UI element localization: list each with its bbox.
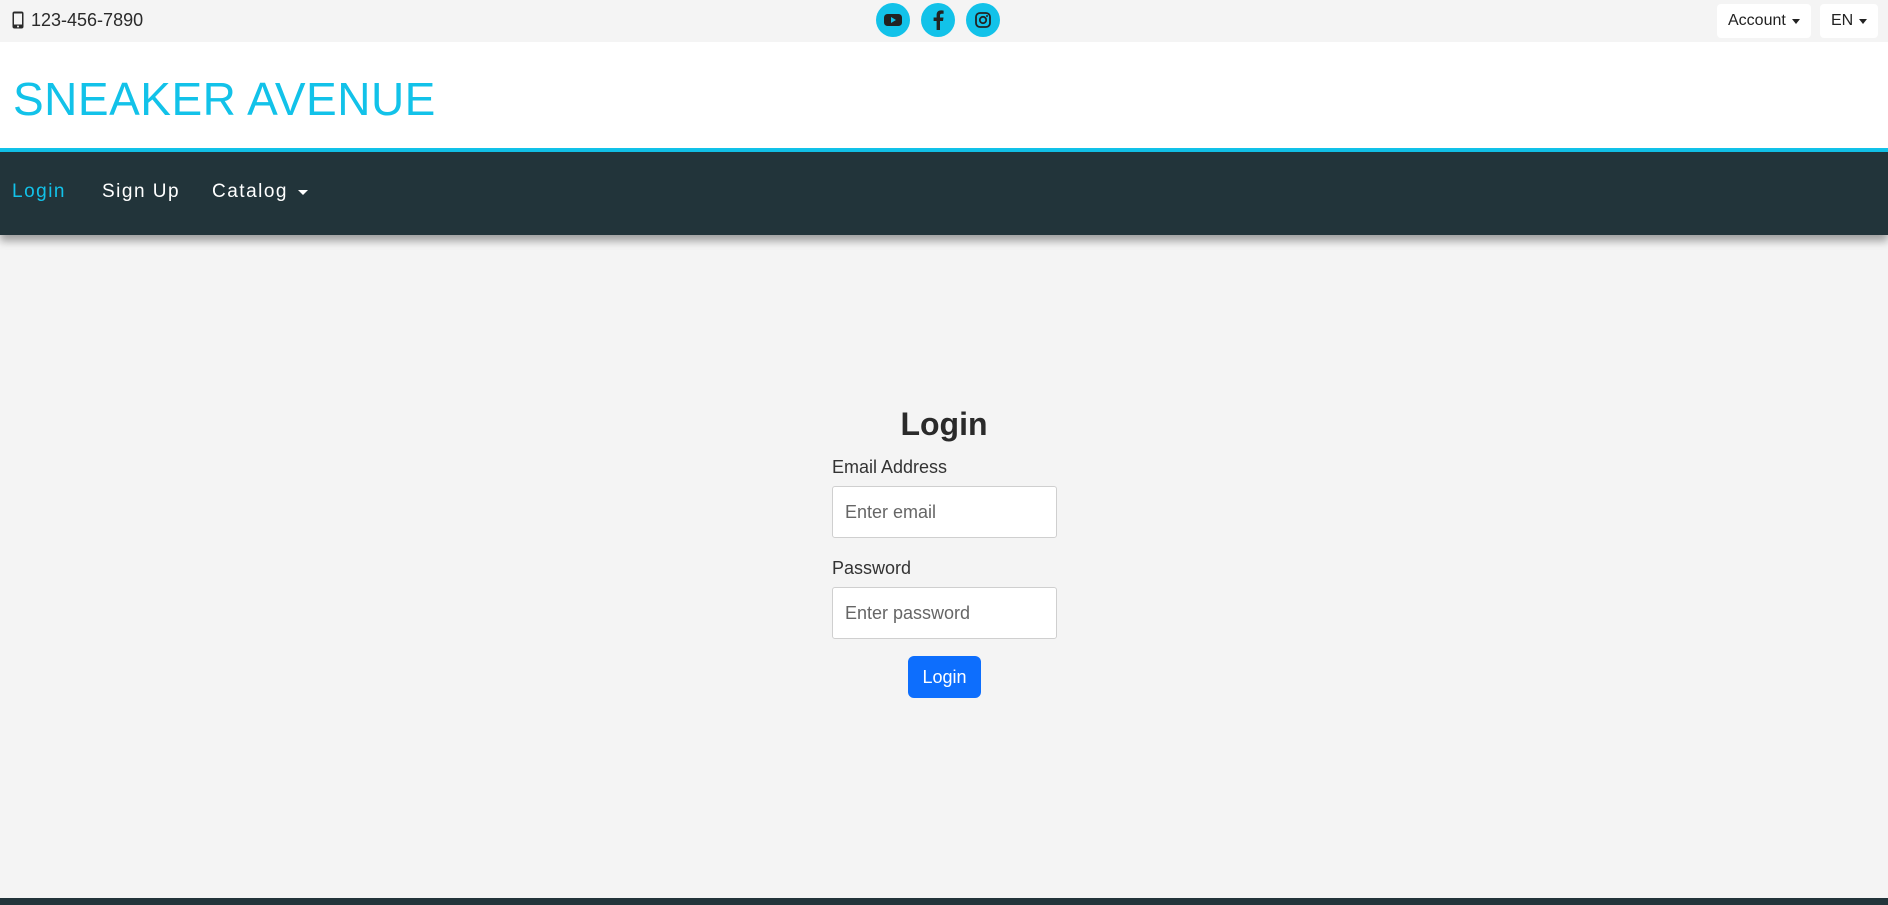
nav-item-label: Sign Up [102,181,181,202]
password-field[interactable] [832,587,1057,639]
page-title: Login [900,406,988,442]
nav-item-label: Catalog [212,181,288,202]
nav-item-label: Login [12,181,66,202]
chevron-down-icon [1791,18,1800,24]
youtube-link[interactable] [876,3,910,37]
login-button[interactable]: Login [908,656,981,698]
nav-item-login[interactable]: Login [12,181,66,203]
main-nav: Login Sign Up Catalog [0,152,1888,235]
site-header: SNEAKER AVENUE [0,42,1888,152]
nav-item-signup[interactable]: Sign Up [102,181,180,203]
account-dropdown[interactable]: Account [1717,4,1811,38]
footer [0,898,1888,905]
email-label: Email Address [832,457,948,477]
mobile-phone-icon [12,11,24,29]
language-dropdown[interactable]: EN [1820,4,1879,38]
youtube-icon [884,14,902,26]
top-bar: 123-456-7890 Account EN [0,0,1888,42]
language-label: EN [1831,12,1854,29]
chevron-down-icon [1859,18,1868,24]
brand-logo[interactable]: SNEAKER AVENUE [13,72,436,126]
phone-contact: 123-456-7890 [12,9,143,31]
email-field[interactable] [832,486,1057,538]
instagram-link[interactable] [966,3,1000,37]
nav-item-catalog[interactable]: Catalog [212,181,308,203]
phone-number: 123-456-7890 [31,9,144,30]
facebook-link[interactable] [921,3,955,37]
chevron-down-icon [298,189,308,195]
social-links [876,3,1000,37]
account-label: Account [1728,12,1786,29]
facebook-icon [933,10,944,30]
password-label: Password [832,558,912,578]
instagram-icon [975,12,991,28]
